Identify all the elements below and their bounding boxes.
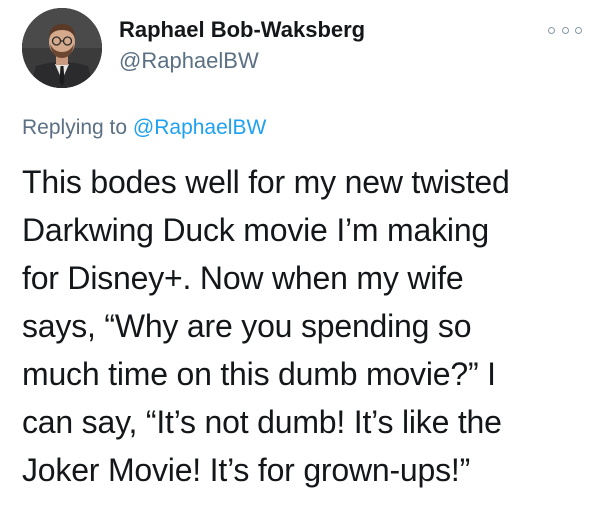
replying-to-mention[interactable]: @RaphaelBW (133, 116, 266, 139)
tweet-text: This bodes well for my new twisted Darkw… (22, 164, 510, 488)
more-dot (575, 26, 582, 34)
replying-to-line: Replying to @RaphaelBW (22, 116, 266, 140)
author-handle[interactable]: @RaphaelBW (119, 48, 259, 74)
more-dot (548, 26, 555, 34)
tweet-card: Raphael Bob-Waksberg @RaphaelBW Replying… (0, 0, 599, 514)
avatar-photo-icon (22, 8, 102, 88)
replying-prefix: Replying to (22, 116, 133, 139)
author-display-name[interactable]: Raphael Bob-Waksberg (119, 17, 365, 43)
more-options-icon[interactable] (548, 20, 582, 40)
author-avatar[interactable] (22, 8, 102, 88)
more-dot (561, 26, 569, 34)
